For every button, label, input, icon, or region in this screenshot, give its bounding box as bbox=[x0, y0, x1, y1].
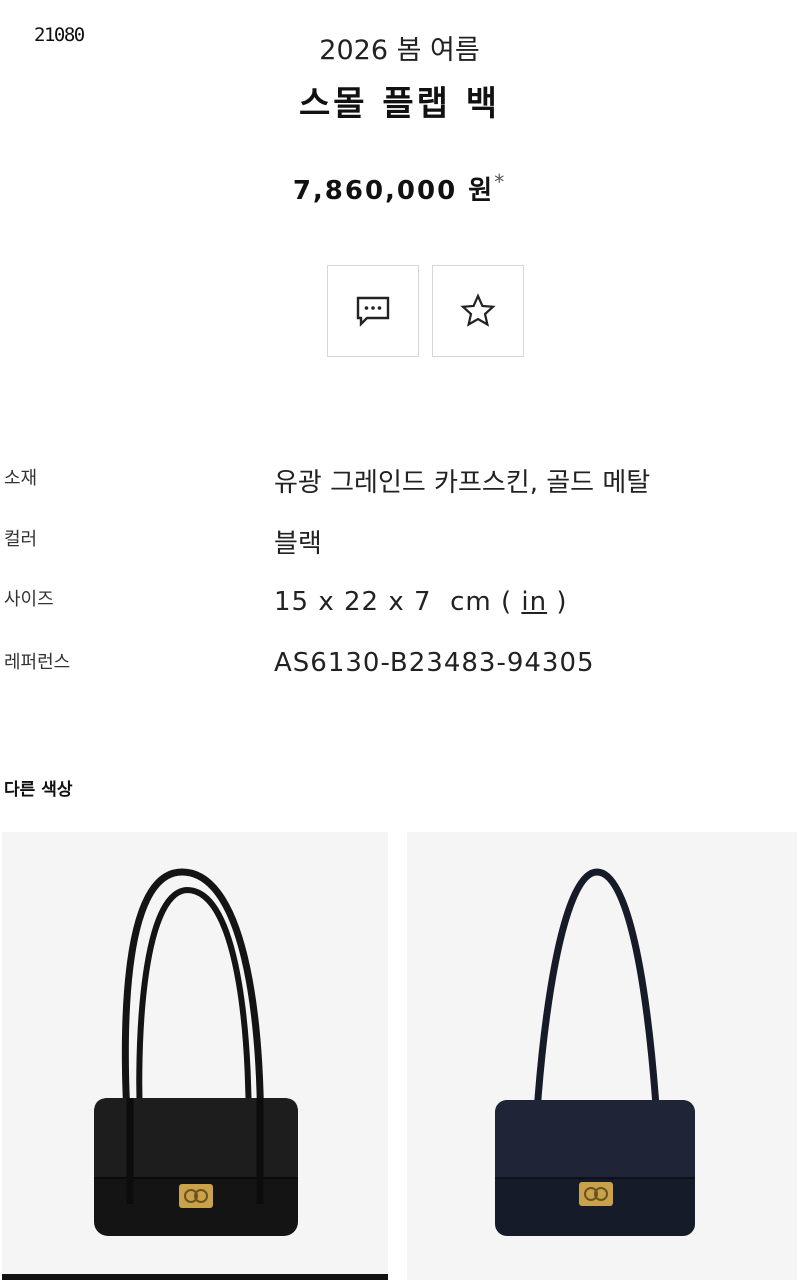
contact-button[interactable] bbox=[327, 265, 419, 357]
bag-image-navy bbox=[495, 868, 695, 1236]
spec-label-reference: 레퍼런스 bbox=[4, 652, 71, 673]
unit-toggle-link[interactable]: in bbox=[521, 587, 547, 617]
product-season: 2026 봄 여름 bbox=[319, 35, 480, 66]
price-asterisk: * bbox=[494, 170, 507, 194]
spec-label-size: 사이즈 bbox=[4, 589, 54, 610]
price-value: 7,860,000 원 bbox=[292, 176, 495, 206]
size-dimensions: 15 x 22 x 7 cm bbox=[274, 587, 492, 617]
product-price: 7,860,000 원* bbox=[0, 170, 799, 207]
spec-label-material: 소재 bbox=[4, 468, 38, 489]
size-paren-close: ) bbox=[547, 587, 568, 617]
spec-value-reference: AS6130-B23483-94305 bbox=[274, 648, 595, 678]
other-colors-title: 다른 색상 bbox=[4, 780, 73, 800]
selected-indicator bbox=[2, 1274, 388, 1280]
wishlist-button[interactable] bbox=[432, 265, 524, 357]
other-color-card-navy[interactable] bbox=[407, 832, 797, 1280]
spec-label-color: 컬러 bbox=[4, 529, 38, 550]
other-color-card-black[interactable] bbox=[2, 832, 388, 1280]
product-page: 21080 2026 봄 여름 스몰 플랩 백 7,860,000 원* 소재 … bbox=[0, 0, 799, 1280]
spec-value-size: 15 x 22 x 7 cm ( in ) bbox=[274, 587, 568, 617]
bag-image-black bbox=[94, 868, 298, 1236]
star-outline-icon bbox=[460, 293, 496, 327]
spec-value-color: 블랙 bbox=[274, 529, 322, 559]
size-paren-open: ( bbox=[500, 587, 522, 617]
chat-bubble-icon bbox=[356, 296, 390, 327]
product-title: 스몰 플랩 백 bbox=[298, 84, 501, 124]
spec-value-material: 유광 그레인드 카프스킨, 골드 메탈 bbox=[274, 468, 651, 498]
